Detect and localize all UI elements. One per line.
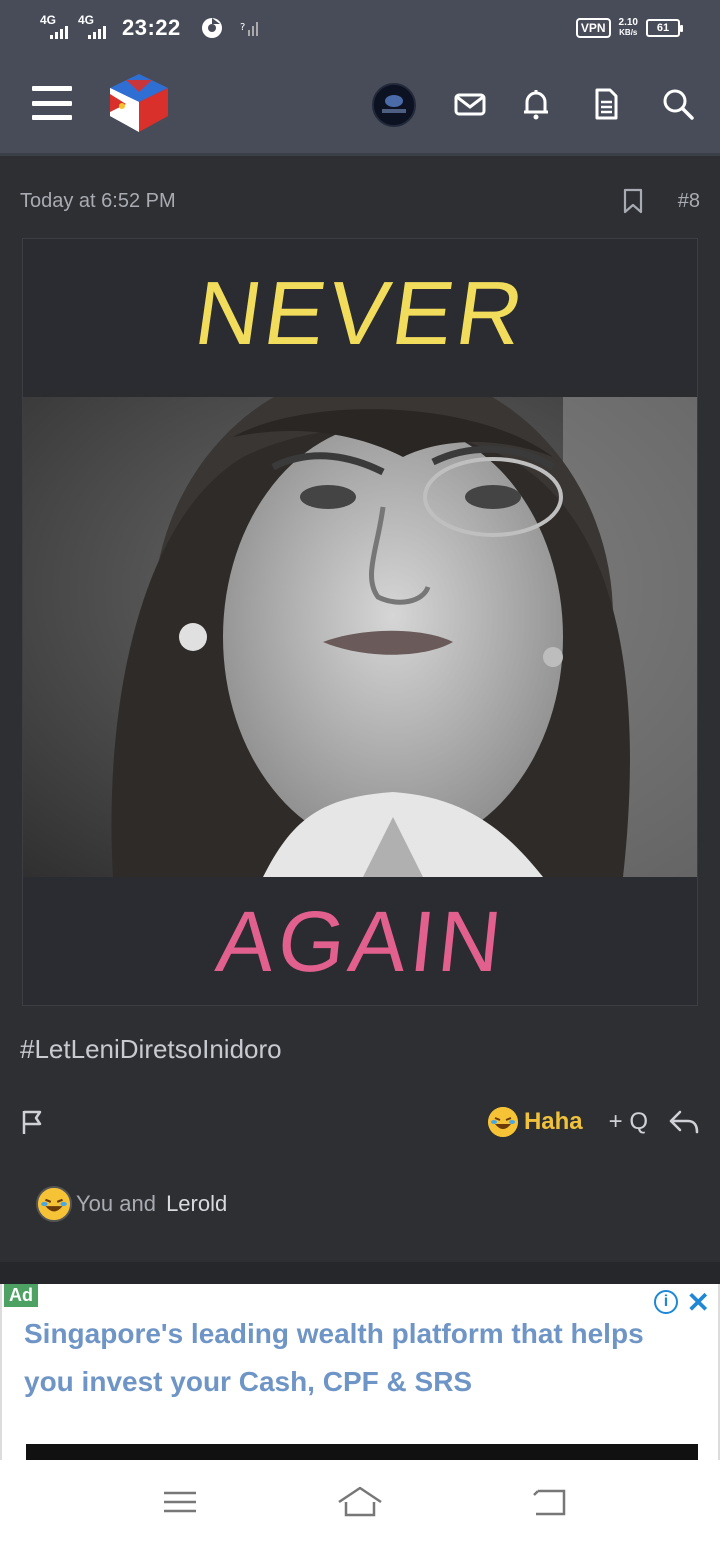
reaction-user-link[interactable]: Lerold — [166, 1191, 227, 1217]
svg-text:?: ? — [240, 22, 245, 33]
bell-icon[interactable] — [518, 86, 554, 122]
site-logo-icon — [110, 74, 168, 132]
recent-apps-icon[interactable] — [160, 1482, 200, 1522]
document-icon[interactable] — [588, 86, 624, 122]
clock: 23:22 — [122, 15, 181, 40]
laughing-emoji-icon — [487, 1107, 518, 1137]
site-logo[interactable] — [106, 70, 172, 136]
ad-media[interactable] — [26, 1444, 698, 1460]
back-icon[interactable] — [530, 1482, 570, 1522]
status-bar: 4G 4G 23:22 ? VPN 2.10 KB/s 61 — [0, 0, 720, 56]
network-type-1: 4G — [40, 13, 57, 27]
report-flag-icon[interactable] — [20, 1108, 48, 1136]
avatar-image — [374, 85, 414, 125]
portrait-photo — [23, 397, 697, 877]
speed-value: 2.10 — [618, 17, 638, 28]
no-signal-icon: ? — [240, 22, 258, 36]
network-speed: 2.10 KB/s — [619, 18, 638, 38]
post-body-text[interactable]: #LetLeniDiretsoInidoro — [20, 1034, 282, 1065]
signal-2-icon: 4G — [78, 13, 106, 39]
menu-icon[interactable] — [32, 86, 72, 120]
post-timestamp[interactable]: Today at 6:52 PM — [20, 190, 176, 213]
battery-icon: 61 — [646, 19, 683, 37]
post-number[interactable]: #8 — [678, 190, 700, 213]
section-divider — [0, 1262, 720, 1284]
ad-label: Ad — [4, 1284, 38, 1307]
search-icon[interactable] — [660, 86, 696, 122]
app-header — [0, 56, 720, 156]
quote-button[interactable]: + Q — [609, 1108, 648, 1136]
ad-close-icon[interactable]: ✕ — [687, 1286, 710, 1319]
post-actions: Haha + Q — [20, 1104, 700, 1140]
status-right: VPN 2.10 KB/s 61 — [575, 18, 683, 38]
browser-icon — [201, 18, 222, 38]
meme-top-text: NEVER — [188, 263, 534, 364]
status-left: 4G 4G 23:22 ? — [40, 13, 259, 41]
vpn-badge: VPN — [575, 18, 611, 38]
reaction-label: Haha — [523, 1108, 583, 1135]
speed-unit: KB/s — [619, 28, 638, 37]
laughing-emoji-icon — [36, 1186, 72, 1222]
reaction-summary[interactable]: You and Lerold — [36, 1186, 227, 1222]
post-meta: Today at 6:52 PM #8 — [20, 186, 700, 216]
reaction-button[interactable]: Haha — [487, 1107, 583, 1137]
mail-icon[interactable] — [452, 86, 488, 122]
system-nav-bar — [0, 1460, 720, 1544]
network-type-2: 4G — [78, 13, 95, 27]
meme-bottom-band: AGAIN — [23, 877, 697, 1005]
advertisement[interactable]: Ad i ✕ Singapore's leading wealth platfo… — [0, 1284, 720, 1460]
user-avatar[interactable] — [372, 83, 416, 127]
ad-headline[interactable]: Singapore's leading wealth platform that… — [24, 1310, 684, 1406]
battery-level: 61 — [656, 22, 670, 34]
reaction-summary-prefix: You and — [76, 1191, 163, 1216]
meme-bottom-text: AGAIN — [212, 893, 510, 990]
reply-icon[interactable] — [668, 1108, 700, 1136]
post-image[interactable]: NEVER AGAIN — [22, 238, 698, 1006]
bookmark-icon[interactable] — [622, 188, 644, 214]
meme-top-band: NEVER — [23, 239, 697, 389]
home-icon[interactable] — [336, 1482, 384, 1522]
signal-1-icon: 4G — [40, 13, 68, 39]
